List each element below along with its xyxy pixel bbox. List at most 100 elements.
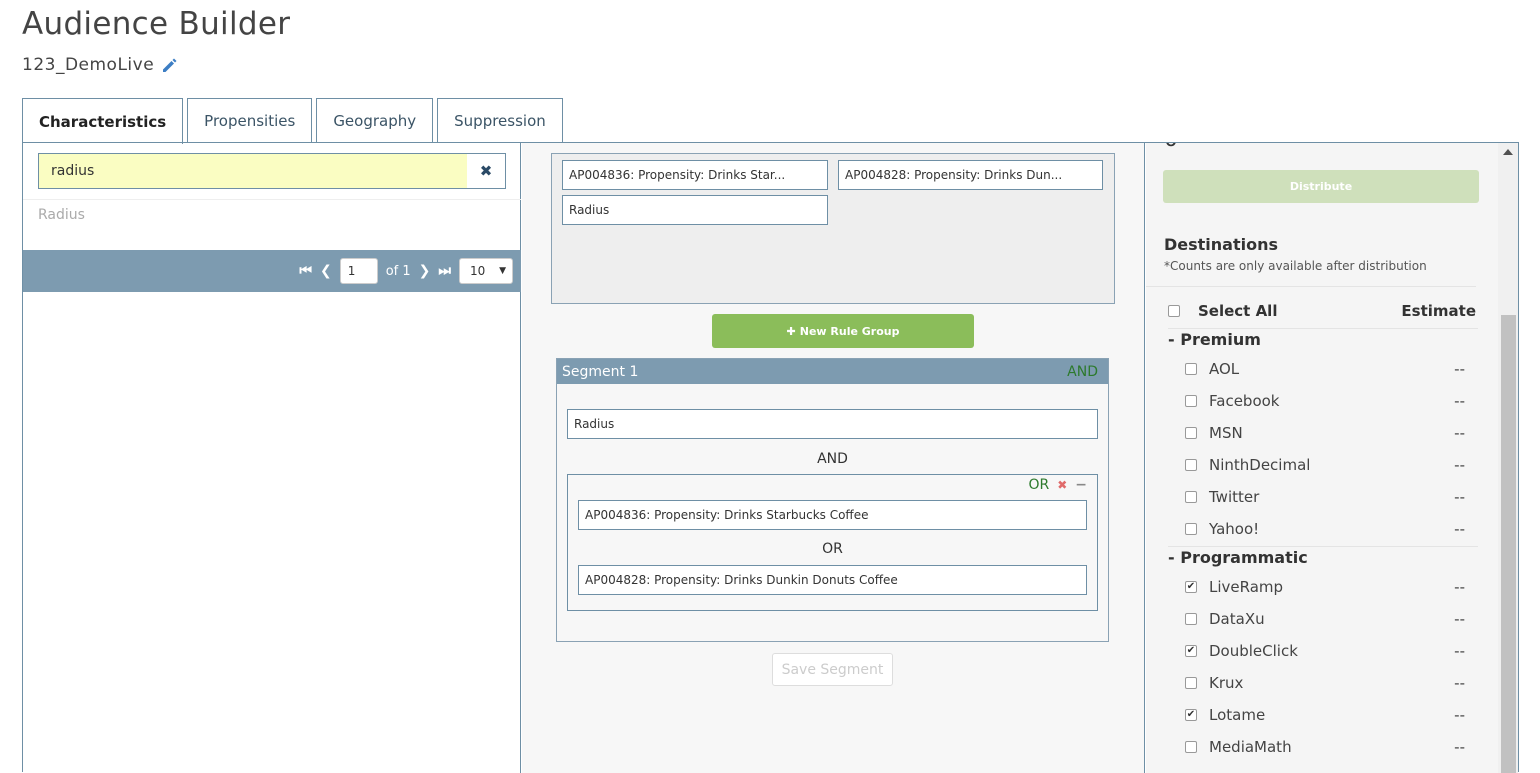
page-count: of 1 xyxy=(385,263,411,279)
new-rule-group-label: New Rule Group xyxy=(799,324,900,338)
destination-name: AOL xyxy=(1209,360,1240,378)
destination-estimate: -- xyxy=(1454,610,1465,628)
destination-estimate: -- xyxy=(1454,392,1465,410)
divider xyxy=(1168,328,1478,329)
clear-search-icon[interactable]: ✖ xyxy=(467,154,505,188)
destination-checkbox[interactable] xyxy=(1185,677,1197,689)
next-page-icon[interactable]: ❯ xyxy=(419,263,431,279)
tab-propensities[interactable]: Propensities xyxy=(187,98,313,143)
destination-estimate: -- xyxy=(1454,642,1465,660)
new-rule-group-button[interactable]: ✚ New Rule Group xyxy=(712,314,974,348)
destination-estimate: -- xyxy=(1454,706,1465,724)
segment-header: Segment 1 AND xyxy=(557,359,1108,384)
audience-count: 0 xyxy=(1164,143,1178,152)
collapse-group-icon[interactable]: − xyxy=(1075,477,1087,493)
first-page-icon[interactable]: ⏮ xyxy=(299,263,312,279)
tab-suppression[interactable]: Suppression xyxy=(437,98,563,143)
and-connector: AND xyxy=(817,451,848,467)
or-group-header: OR ✖ − xyxy=(1028,477,1087,493)
plus-icon: ✚ xyxy=(786,324,796,338)
destination-row: Yahoo! -- xyxy=(1185,520,1465,538)
pagination-bar: ⏮ ❮ 1 of 1 ❯ ⏭ 10 ▼ xyxy=(23,250,521,292)
destination-estimate: -- xyxy=(1454,456,1465,474)
pool-chip[interactable]: Radius xyxy=(562,195,828,225)
destinations-note: *Counts are only available after distrib… xyxy=(1164,259,1427,273)
pool-chip[interactable]: AP004836: Propensity: Drinks Star... xyxy=(562,160,828,190)
destination-name: LiveRamp xyxy=(1209,578,1284,596)
divider xyxy=(23,199,521,200)
destination-checkbox[interactable] xyxy=(1185,523,1197,535)
destinations-header-row: Select All Estimate xyxy=(1168,302,1478,320)
destination-checkbox[interactable] xyxy=(1185,395,1197,407)
group-premium-header[interactable]: - Premium xyxy=(1168,330,1261,349)
segment-builder-panel: AP004836: Propensity: Drinks Star... AP0… xyxy=(522,143,1145,773)
tab-geography[interactable]: Geography xyxy=(316,98,434,143)
divider xyxy=(1146,286,1476,287)
or-connector: OR xyxy=(822,541,843,557)
destination-checkbox[interactable] xyxy=(1185,427,1197,439)
destination-checkbox[interactable] xyxy=(1185,363,1197,375)
page-size-select[interactable]: 10 ▼ xyxy=(459,258,513,284)
destination-row: NinthDecimal -- xyxy=(1185,456,1465,474)
destination-checkbox[interactable] xyxy=(1185,491,1197,503)
builder-frame: ✖ Radius ⏮ ❮ 1 of 1 ❯ ⏭ 10 ▼ AP004836: P… xyxy=(22,142,1519,773)
destination-estimate: -- xyxy=(1454,674,1465,692)
divider xyxy=(1168,546,1478,547)
scrollbar-thumb[interactable] xyxy=(1501,315,1516,773)
destination-name: Krux xyxy=(1209,674,1244,692)
segment-rule[interactable]: AP004836: Propensity: Drinks Starbucks C… xyxy=(578,500,1087,530)
segment-operator-toggle[interactable]: AND xyxy=(1067,364,1098,380)
group-programmatic-header[interactable]: - Programmatic xyxy=(1168,548,1308,567)
characteristics-panel: ✖ Radius ⏮ ❮ 1 of 1 ❯ ⏭ 10 ▼ xyxy=(23,143,521,773)
destination-name: DoubleClick xyxy=(1209,642,1298,660)
destination-name: Facebook xyxy=(1209,392,1280,410)
tab-characteristics[interactable]: Characteristics xyxy=(22,98,184,144)
selected-characteristics-pool: AP004836: Propensity: Drinks Star... AP0… xyxy=(551,153,1115,304)
page-number-input[interactable]: 1 xyxy=(339,258,378,284)
segment-rule[interactable]: AP004828: Propensity: Drinks Dunkin Donu… xyxy=(578,565,1087,595)
distribute-button[interactable]: Distribute xyxy=(1163,170,1479,203)
destination-checkbox[interactable] xyxy=(1185,459,1197,471)
pool-chip[interactable]: AP004828: Propensity: Drinks Dun... xyxy=(838,160,1103,190)
destination-checkbox[interactable]: ✔ xyxy=(1185,709,1197,721)
edit-pencil-icon[interactable] xyxy=(160,55,180,75)
destination-estimate: -- xyxy=(1454,578,1465,596)
destination-checkbox[interactable] xyxy=(1185,741,1197,753)
destination-checkbox[interactable]: ✔ xyxy=(1185,581,1197,593)
destination-row: ✔ Lotame -- xyxy=(1185,706,1465,724)
search-box: ✖ xyxy=(38,153,506,189)
destination-row: Twitter -- xyxy=(1185,488,1465,506)
last-page-icon[interactable]: ⏭ xyxy=(438,263,451,279)
or-rule-group: OR ✖ − AP004836: Propensity: Drinks Star… xyxy=(567,474,1098,611)
destination-row: AOL -- xyxy=(1185,360,1465,378)
destination-name: Twitter xyxy=(1209,488,1260,506)
tab-bar: Characteristics Propensities Geography S… xyxy=(22,98,563,144)
save-segment-button[interactable]: Save Segment xyxy=(772,653,893,686)
segment-card: Segment 1 AND Radius AND OR ✖ − AP004836… xyxy=(556,358,1109,642)
destination-row: MSN -- xyxy=(1185,424,1465,442)
scroll-up-icon[interactable] xyxy=(1503,149,1513,155)
select-all-label: Select All xyxy=(1198,302,1278,320)
destination-estimate: -- xyxy=(1454,488,1465,506)
scrollbar[interactable] xyxy=(1498,143,1518,773)
audience-name: 123_DemoLive xyxy=(22,55,180,75)
destination-row: ✔ DoubleClick -- xyxy=(1185,642,1465,660)
search-result-item[interactable]: Radius xyxy=(38,207,85,223)
or-operator-toggle[interactable]: OR xyxy=(1028,477,1049,493)
destination-name: NinthDecimal xyxy=(1209,456,1311,474)
search-input[interactable] xyxy=(39,154,467,188)
destination-row: DataXu -- xyxy=(1185,610,1465,628)
segment-rule[interactable]: Radius xyxy=(567,409,1098,439)
destination-estimate: -- xyxy=(1454,424,1465,442)
select-all-checkbox[interactable] xyxy=(1168,305,1180,317)
destination-estimate: -- xyxy=(1454,360,1465,378)
destination-estimate: -- xyxy=(1454,738,1465,756)
prev-page-icon[interactable]: ❮ xyxy=(320,263,332,279)
destination-row: MediaMath -- xyxy=(1185,738,1465,756)
destination-name: MSN xyxy=(1209,424,1243,442)
destination-checkbox[interactable]: ✔ xyxy=(1185,645,1197,657)
destination-checkbox[interactable] xyxy=(1185,613,1197,625)
remove-group-icon[interactable]: ✖ xyxy=(1057,478,1067,492)
page-title: Audience Builder xyxy=(22,6,291,42)
destination-name: DataXu xyxy=(1209,610,1265,628)
